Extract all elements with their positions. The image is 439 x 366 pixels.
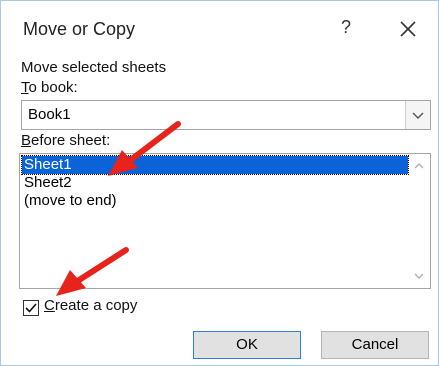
create-copy-checkbox[interactable] xyxy=(23,300,39,316)
list-item-sheet2[interactable]: Sheet2 xyxy=(22,174,408,192)
to-book-access-key: T xyxy=(21,79,29,96)
close-icon xyxy=(400,21,416,37)
before-sheet-access-key: B xyxy=(21,132,32,149)
chevron-down-icon xyxy=(412,112,424,119)
chevron-up-icon xyxy=(414,163,424,169)
create-copy-label-text: reate a copy xyxy=(54,297,138,314)
help-button[interactable]: ? xyxy=(334,17,358,41)
create-copy-label[interactable]: Create a copy xyxy=(44,297,137,314)
before-sheet-label: Before sheet: xyxy=(21,132,110,149)
dropdown-button[interactable] xyxy=(405,101,430,129)
before-sheet-label-text: efore sheet: xyxy=(31,132,111,149)
ok-button[interactable]: OK xyxy=(193,331,301,359)
move-selected-sheets-label: Move selected sheets xyxy=(21,59,167,76)
scroll-up-button[interactable] xyxy=(410,158,428,174)
to-book-value: Book1 xyxy=(28,106,71,123)
scroll-down-button[interactable] xyxy=(410,268,428,284)
list-item-sheet1[interactable]: Sheet1 xyxy=(21,155,409,175)
to-book-label: To book: xyxy=(21,79,78,96)
close-button[interactable] xyxy=(396,17,420,41)
to-book-dropdown[interactable]: Book1 xyxy=(21,100,431,130)
before-sheet-list[interactable]: Sheet1 Sheet2 (move to end) xyxy=(19,153,431,289)
to-book-label-text: o book: xyxy=(28,79,78,96)
create-copy-access-key: C xyxy=(44,297,55,314)
checkmark-icon xyxy=(25,303,37,313)
chevron-down-icon xyxy=(414,273,424,279)
cancel-button[interactable]: Cancel xyxy=(321,331,429,359)
move-or-copy-dialog: Move or Copy ? Move selected sheets To b… xyxy=(0,0,439,366)
list-item-move-to-end[interactable]: (move to end) xyxy=(22,192,408,210)
dialog-title: Move or Copy xyxy=(23,19,136,39)
